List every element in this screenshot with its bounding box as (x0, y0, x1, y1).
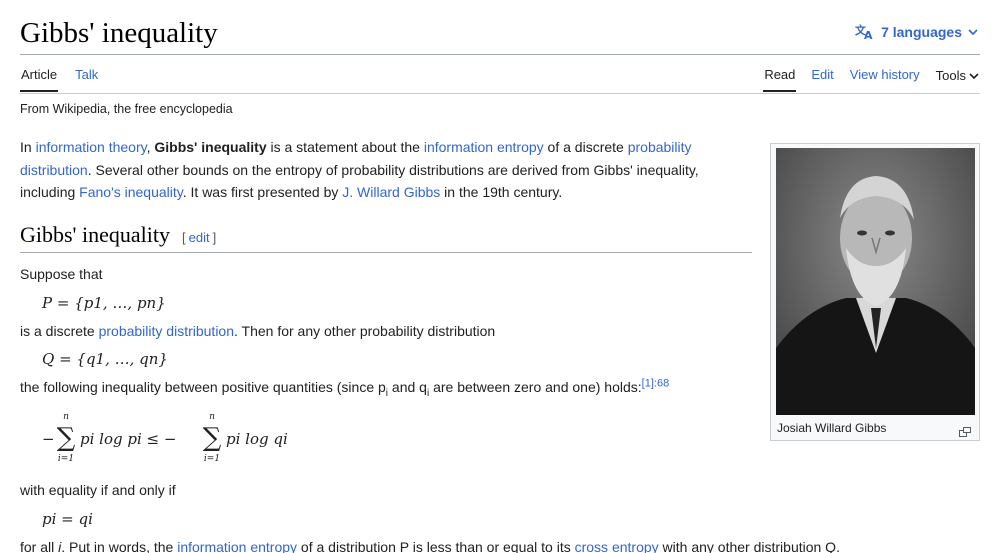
svg-text:A: A (864, 29, 873, 40)
translate-icon: 文 A (855, 24, 875, 40)
text: for all (20, 538, 59, 553)
reference-link[interactable]: [1]:68 (642, 377, 670, 389)
text: in the 19th century. (440, 184, 563, 200)
link-information-entropy[interactable]: information entropy (424, 139, 544, 155)
minus-sign: − (42, 430, 55, 449)
tabs-divider (20, 93, 980, 94)
page-title: Gibbs' inequality (20, 17, 218, 49)
portrait-image[interactable] (776, 148, 975, 415)
infobox-image: Josiah Willard Gibbs (770, 143, 980, 441)
tab-view-history[interactable]: View history (849, 60, 921, 92)
inequality-intro: the following inequality between positiv… (20, 376, 752, 405)
sum-upper: n (209, 412, 215, 423)
discrete-paragraph: is a discrete probability distribution. … (20, 320, 752, 343)
site-tagline: From Wikipedia, the free encyclopedia (20, 102, 233, 116)
bold-term: Gibbs' inequality (154, 139, 267, 155)
languages-label: 7 languages (881, 24, 962, 40)
sigma-icon: ∑ (202, 423, 222, 454)
link-probability-distribution-2[interactable]: probability distribution (99, 323, 234, 339)
gibbs-inequality-formula: − n ∑ i=1 pi log pi ≤ − n ∑ i=1 pi log q… (42, 411, 752, 471)
math-p-definition: P = {p1, …, pn} (42, 293, 166, 312)
inequality-rhs: pi log qi (226, 430, 288, 449)
namespace-tabs: Article Talk (20, 60, 99, 92)
section-heading: Gibbs' inequality [edit] (20, 221, 752, 253)
view-tabs: Read Edit View history Tools (763, 60, 980, 92)
bracket: ] (212, 229, 217, 245)
article-body: In information theory, Gibbs' inequality… (20, 136, 840, 553)
text: In (20, 139, 36, 155)
link-fanos-inequality[interactable]: Fano's inequality (79, 184, 183, 200)
text: . It was first presented by (182, 184, 343, 200)
languages-button[interactable]: 文 A 7 languages (855, 24, 978, 40)
sum-operator: n ∑ i=1 (200, 411, 224, 465)
text: of a discrete (543, 139, 628, 155)
text: are between zero and one) holds: (429, 379, 642, 395)
inequality-lhs: pi log pi ≤ − (80, 430, 177, 449)
link-information-entropy-2[interactable]: information entropy (177, 539, 297, 553)
text: . Then for any other probability distrib… (234, 322, 496, 339)
text: the following inequality between positiv… (20, 379, 386, 395)
text: and q (388, 379, 427, 395)
edit-section: [edit] (182, 227, 216, 250)
image-caption: Josiah Willard Gibbs (777, 421, 887, 435)
text: of a distribution P is less than or equa… (297, 538, 575, 553)
tab-read[interactable]: Read (763, 60, 797, 92)
sigma-icon: ∑ (56, 423, 76, 454)
edit-section-link[interactable]: edit (189, 230, 210, 245)
link-information-theory[interactable]: information theory (36, 139, 147, 155)
sum-lower: i=1 (203, 454, 221, 465)
text: . Put in words, the (61, 538, 178, 553)
sum-lower: i=1 (57, 454, 75, 465)
equality-text: with equality if and only if (20, 482, 176, 499)
tab-talk[interactable]: Talk (74, 60, 99, 92)
conclusion-paragraph: for all i. Put in words, the information… (20, 536, 840, 553)
tab-article[interactable]: Article (20, 60, 59, 92)
tab-edit[interactable]: Edit (810, 60, 834, 92)
enlarge-icon[interactable] (959, 424, 971, 442)
sum-upper: n (63, 412, 69, 423)
intro-paragraph: In information theory, Gibbs' inequality… (20, 136, 752, 204)
math-equality-condition: pi = qi (42, 509, 93, 528)
chevron-down-icon (968, 28, 978, 36)
link-j-willard-gibbs[interactable]: J. Willard Gibbs (342, 184, 440, 200)
suppose-text: Suppose that (20, 266, 103, 282)
link-cross-entropy[interactable]: cross entropy (575, 539, 659, 553)
math-q-definition: Q = {q1, …, qn} (42, 350, 168, 368)
text: is a discrete (20, 322, 99, 339)
title-divider (20, 54, 980, 55)
chevron-down-icon (969, 73, 979, 80)
bracket: [ (182, 229, 186, 245)
tools-menu[interactable]: Tools (935, 60, 980, 92)
text: with any other distribution Q. (658, 538, 840, 553)
sum-operator: n ∑ i=1 (54, 411, 78, 465)
section-title: Gibbs' inequality (20, 221, 171, 247)
text: is a statement about the (266, 139, 424, 155)
tools-label: Tools (935, 68, 966, 83)
